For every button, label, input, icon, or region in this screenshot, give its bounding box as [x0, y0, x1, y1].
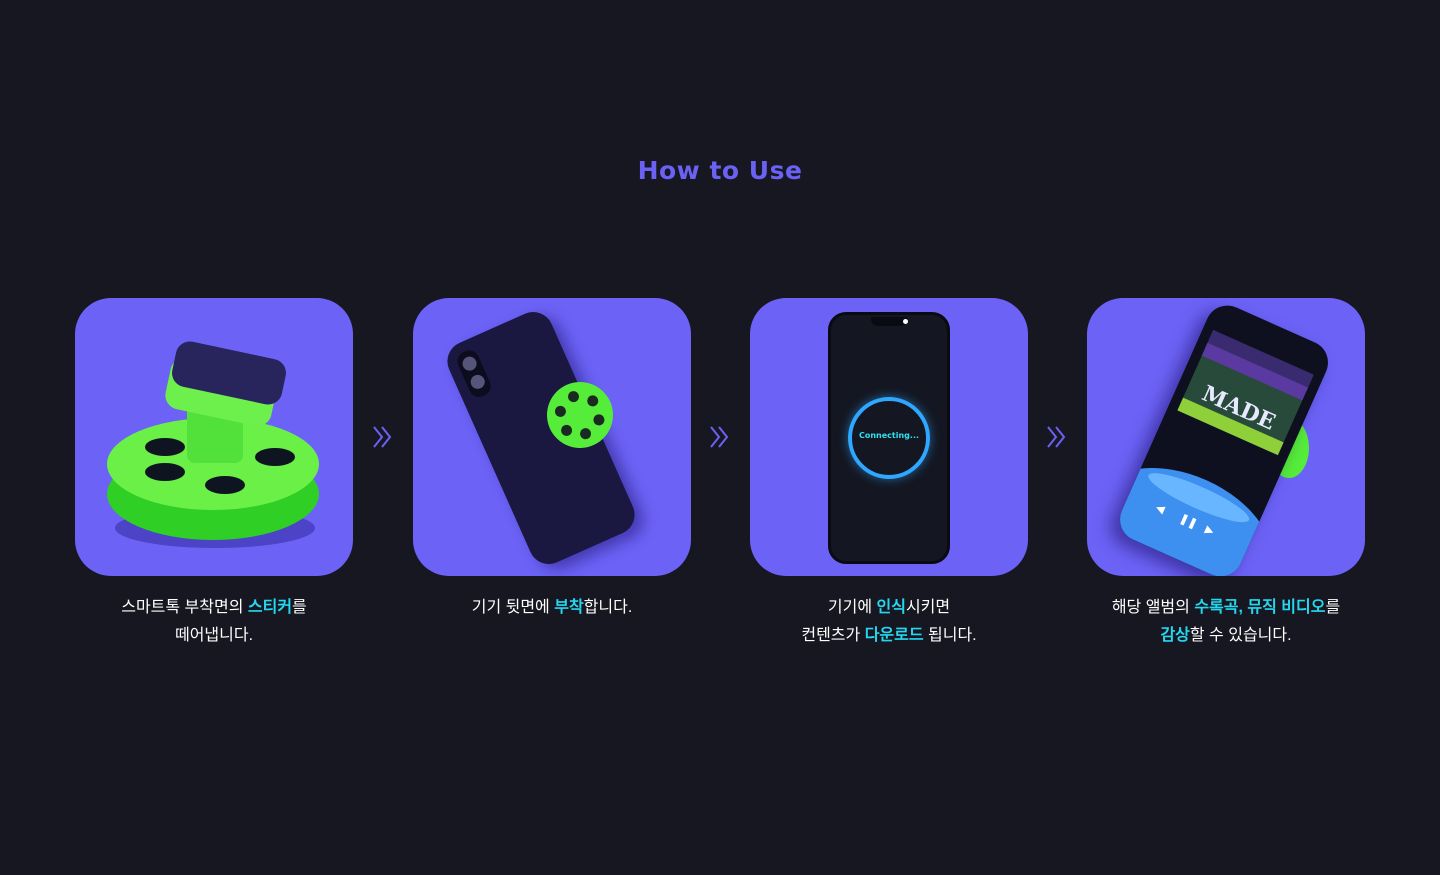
reel-hole — [585, 393, 600, 408]
caption-line: 기기에 인식시키면 — [750, 594, 1028, 622]
step-1-image — [75, 298, 353, 576]
caption-highlight: 다운로드 — [864, 627, 924, 644]
connecting-text: Connecting... — [858, 431, 920, 440]
section-title: How to Use — [637, 156, 803, 185]
chevrons-right-icon — [1047, 426, 1066, 448]
caption-text: 할 수 있습니다. — [1189, 627, 1292, 644]
step-4: MADE ◀ ❚❚ ▶ 해당 앨범의 수록곡, 뮤직 비디오를 감상할 수 있습… — [1087, 298, 1365, 650]
reel-hole — [592, 412, 606, 427]
camera-lens — [468, 372, 487, 392]
caption-text: 를 — [292, 599, 307, 616]
caption-text: 됩니다. — [923, 627, 977, 644]
caption-highlight: 부착 — [554, 599, 584, 616]
reel-hole — [145, 438, 185, 456]
step-2-image — [413, 298, 691, 576]
caption-text: 스마트톡 부착면의 — [121, 599, 248, 616]
phone-notch — [871, 317, 907, 326]
front-camera — [903, 319, 908, 324]
step-2-caption: 기기 뒷면에 부착합니다. — [413, 594, 691, 622]
reel-hole — [145, 463, 185, 481]
reel-hole — [559, 423, 574, 438]
connecting-ring: Connecting... — [848, 397, 930, 479]
album-art: MADE — [1177, 330, 1314, 456]
caption-line: 스마트톡 부착면의 스티커를 — [75, 594, 353, 622]
caption-text: 기기 뒷면에 — [471, 599, 555, 616]
phone-front: Connecting... — [828, 312, 950, 564]
caption-text: 컨텐츠가 — [801, 627, 865, 644]
caption-text: 떼어냅니다. — [174, 627, 254, 644]
camera-lens — [460, 354, 479, 373]
chevrons-right-icon — [373, 426, 392, 448]
caption-highlight: 인식 — [876, 599, 906, 616]
camera-module — [454, 347, 494, 401]
caption-line: 감상할 수 있습니다. — [1087, 622, 1365, 650]
step-1: 스마트톡 부착면의 스티커를 떼어냅니다. — [75, 298, 353, 650]
caption-line: 기기 뒷면에 부착합니다. — [413, 594, 691, 622]
player-panel — [1112, 441, 1294, 576]
caption-text: 합니다. — [583, 599, 633, 616]
caption-line: 떼어냅니다. — [75, 622, 353, 650]
caption-highlight: 감상 — [1160, 627, 1190, 644]
reel-hole — [255, 448, 295, 466]
caption-line: 해당 앨범의 수록곡, 뮤직 비디오를 — [1087, 594, 1365, 622]
caption-line: 컨텐츠가 다운로드 됩니다. — [750, 622, 1028, 650]
caption-highlight: 스티커 — [247, 599, 293, 616]
caption-text: 시키면 — [905, 599, 951, 616]
caption-text: 기기에 — [827, 599, 877, 616]
step-1-caption: 스마트톡 부착면의 스티커를 떼어냅니다. — [75, 594, 353, 650]
reel-hole — [553, 404, 568, 419]
caption-highlight: 수록곡, 뮤직 비디오 — [1194, 599, 1326, 616]
step-4-image: MADE ◀ ❚❚ ▶ — [1087, 298, 1365, 576]
step-3-image: Connecting... — [750, 298, 1028, 576]
reel-hole — [578, 426, 593, 441]
step-2: 기기 뒷면에 부착합니다. — [413, 298, 691, 622]
phone-back — [441, 305, 641, 571]
chevrons-right-icon — [710, 426, 729, 448]
step-3: Connecting... 기기에 인식시키면 컨텐츠가 다운로드 됩니다. — [750, 298, 1028, 650]
step-3-caption: 기기에 인식시키면 컨텐츠가 다운로드 됩니다. — [750, 594, 1028, 650]
caption-text: 해당 앨범의 — [1111, 599, 1195, 616]
caption-text: 를 — [1325, 599, 1341, 616]
step-4-caption: 해당 앨범의 수록곡, 뮤직 비디오를 감상할 수 있습니다. — [1087, 594, 1365, 650]
reel-hole — [566, 389, 581, 404]
reel-hole — [205, 476, 245, 494]
